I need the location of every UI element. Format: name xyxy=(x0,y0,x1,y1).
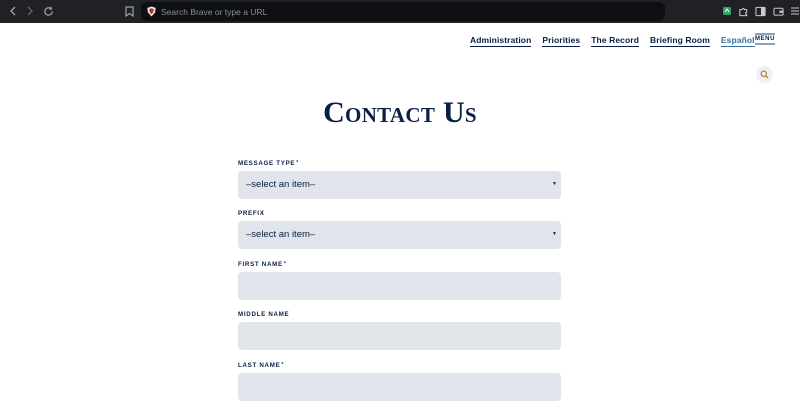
field-label: FIRST NAME* xyxy=(238,261,287,268)
field-label: PREFIX xyxy=(238,210,265,217)
select-value: –select an item– xyxy=(246,179,316,190)
bookmark-icon[interactable] xyxy=(122,4,136,18)
url-input[interactable] xyxy=(161,3,651,20)
extension-icon[interactable] xyxy=(721,5,733,17)
select-value: –select an item– xyxy=(246,229,316,240)
site-nav: Administration Priorities The Record Bri… xyxy=(470,35,755,47)
address-bar[interactable] xyxy=(141,2,665,21)
nav-briefing-room[interactable]: Briefing Room xyxy=(650,35,710,47)
menu-button[interactable]: MENU xyxy=(754,33,776,49)
field-label: MESSAGE TYPE* xyxy=(238,160,299,167)
field-prefix: PREFIX –select an item– ▼ xyxy=(238,210,561,249)
menu-bar-top xyxy=(755,33,775,35)
field-label: LAST NAME* xyxy=(238,362,285,369)
field-last-name: LAST NAME* xyxy=(238,362,561,401)
field-first-name: FIRST NAME* xyxy=(238,261,561,300)
page-title: Contact Us xyxy=(323,96,477,129)
puzzle-icon[interactable] xyxy=(737,5,749,17)
nav-administration[interactable]: Administration xyxy=(470,35,532,47)
browser-toolbar xyxy=(0,0,800,23)
wallet-icon[interactable] xyxy=(772,5,784,17)
prefix-select[interactable]: –select an item– ▼ xyxy=(238,221,561,249)
dropdown-caret-icon: ▼ xyxy=(552,231,557,237)
nav-espanol[interactable]: Español xyxy=(720,35,755,47)
back-icon[interactable] xyxy=(6,4,20,18)
reload-icon[interactable] xyxy=(41,4,55,18)
field-label: MIDDLE NAME xyxy=(238,311,290,318)
hamburger-menu-icon[interactable] xyxy=(789,5,800,17)
brave-shield-icon[interactable] xyxy=(146,6,157,17)
required-marker: * xyxy=(281,362,285,368)
field-message-type: MESSAGE TYPE* –select an item– ▼ xyxy=(238,160,561,199)
menu-label: MENU xyxy=(754,36,776,42)
required-marker: * xyxy=(283,261,287,267)
middle-name-input[interactable] xyxy=(238,322,561,350)
nav-priorities[interactable]: Priorities xyxy=(542,35,581,47)
search-icon xyxy=(760,70,769,79)
menu-bar-bottom xyxy=(755,43,775,45)
message-type-select[interactable]: –select an item– ▼ xyxy=(238,171,561,199)
required-marker: * xyxy=(296,160,299,166)
search-button[interactable] xyxy=(756,66,773,83)
field-middle-name: MIDDLE NAME xyxy=(238,311,561,350)
last-name-input[interactable] xyxy=(238,373,561,401)
forward-icon[interactable] xyxy=(23,4,37,18)
sidebar-icon[interactable] xyxy=(754,5,766,17)
dropdown-caret-icon: ▼ xyxy=(552,181,557,187)
first-name-input[interactable] xyxy=(238,272,561,300)
nav-the-record[interactable]: The Record xyxy=(591,35,639,47)
